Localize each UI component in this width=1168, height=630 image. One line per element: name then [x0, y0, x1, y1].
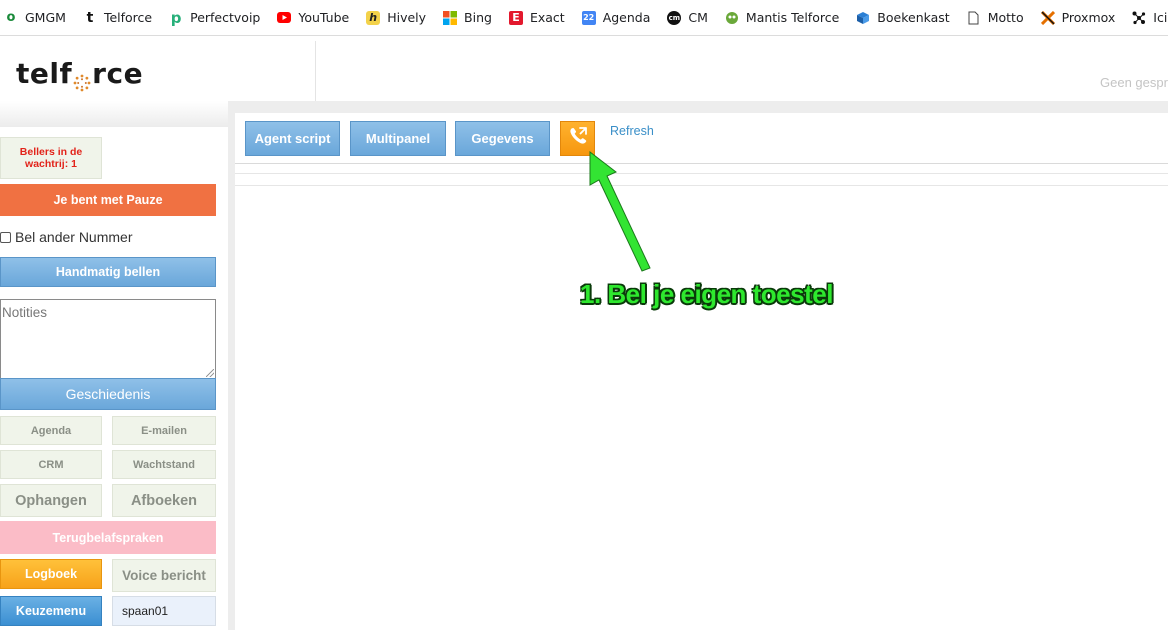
choice-menu-button[interactable]: Keuzemenu	[0, 596, 102, 626]
phone-icon	[567, 125, 589, 152]
icinga-icon	[1132, 11, 1146, 25]
manual-call-button[interactable]: Handmatig bellen	[0, 257, 216, 287]
notes-textarea[interactable]: Notities	[0, 299, 216, 379]
bookmark-label: Proxmox	[1061, 10, 1116, 25]
bookmark-exact[interactable]: E Exact	[508, 10, 565, 25]
page-icon	[967, 11, 981, 25]
book-icon	[856, 11, 870, 25]
voice-message-button[interactable]: Voice bericht	[112, 559, 216, 592]
microsoft-icon	[443, 10, 458, 25]
hold-button[interactable]: Wachtstand	[112, 450, 216, 479]
logo-dot-icon	[73, 66, 91, 91]
calendar-icon: 22	[581, 10, 596, 25]
youtube-icon	[277, 11, 292, 25]
bookmark-label: CM	[688, 10, 708, 25]
bookmark-label: Motto	[987, 10, 1024, 25]
bookmark-perfectvoip[interactable]: p Perfectvoip	[169, 8, 261, 27]
bookmark-label: Hively	[387, 10, 427, 25]
bookmarks-bar: o GMGM t Telforce p Perfectvoip YouTube …	[0, 0, 1168, 36]
mantis-icon	[725, 11, 739, 25]
cm-icon: cm	[667, 10, 682, 25]
bookmark-label: Bing	[464, 10, 492, 25]
telforce-t-icon: t	[86, 9, 94, 26]
main-panel	[235, 113, 1168, 630]
agenda-button[interactable]: Agenda	[0, 416, 102, 445]
annotation-arrow	[589, 150, 651, 272]
call-other-number-checkbox[interactable]: Bel ander Nummer	[0, 229, 133, 245]
bookmark-label: Telforce	[103, 10, 153, 25]
book-off-button[interactable]: Afboeken	[112, 484, 216, 517]
notes-placeholder: Notities	[2, 305, 48, 320]
tab-gegevens[interactable]: Gegevens	[455, 121, 550, 156]
annotation-label: 1. Bel je eigen toestel	[580, 279, 833, 309]
call-status-text: Geen gesprek	[1100, 75, 1168, 90]
bookmark-label: Exact	[529, 10, 565, 25]
bookmark-cm[interactable]: cm CM	[667, 10, 708, 25]
bookmark-label: Icinga	[1153, 10, 1168, 25]
logo-text-left: telf	[16, 57, 73, 90]
bookmark-icinga[interactable]: Icinga	[1132, 10, 1168, 25]
agent-sidebar: Bellers in de wachtrij: 1 Je bent met Pa…	[0, 101, 228, 630]
bookmark-youtube[interactable]: YouTube	[277, 10, 349, 25]
proxmox-icon	[1040, 10, 1055, 25]
checkbox-box[interactable]	[0, 231, 11, 243]
app-header: telf rce Geen gesprek	[0, 37, 1168, 101]
panel-divider	[235, 173, 1168, 174]
logbook-button[interactable]: Logboek	[0, 559, 102, 589]
checkbox-label: Bel ander Nummer	[15, 229, 133, 245]
refresh-link[interactable]: Refresh	[610, 124, 654, 138]
bookmark-agenda[interactable]: 22 Agenda	[581, 10, 651, 25]
bookmark-motto[interactable]: Motto	[967, 10, 1024, 25]
bookmark-label: Agenda	[602, 10, 651, 25]
bookmark-boekenkast[interactable]: Boekenkast	[856, 10, 950, 25]
crm-button[interactable]: CRM	[0, 450, 102, 479]
bookmark-label: Boekenkast	[877, 10, 950, 25]
pause-status-button[interactable]: Je bent met Pauze	[0, 184, 216, 216]
resize-grip-icon[interactable]	[206, 369, 214, 377]
bookmark-gmgm[interactable]: o GMGM	[4, 10, 66, 25]
bookmark-hively[interactable]: h Hively	[366, 10, 426, 25]
bookmark-label: YouTube	[298, 10, 350, 25]
telforce-logo: telf rce	[16, 57, 144, 91]
logo-text-right: rce	[92, 57, 144, 90]
bookmark-telforce[interactable]: t Telforce	[83, 9, 153, 26]
agent-username-field[interactable]: spaan01	[112, 596, 216, 626]
callback-appointments-button[interactable]: Terugbelafspraken	[0, 521, 216, 554]
bookmark-label: Perfectvoip	[190, 10, 261, 25]
bookmark-label: Mantis Telforce	[745, 10, 840, 25]
panel-divider	[235, 163, 1168, 164]
bookmark-proxmox[interactable]: Proxmox	[1040, 10, 1116, 25]
hang-up-button[interactable]: Ophangen	[0, 484, 102, 517]
panel-divider	[235, 185, 1168, 186]
header-divider	[315, 41, 316, 101]
bookmark-bing[interactable]: Bing	[443, 10, 492, 25]
tab-agent-script[interactable]: Agent script	[245, 121, 340, 156]
hively-icon: h	[366, 10, 381, 25]
o-icon: o	[6, 9, 16, 25]
queue-count-badge: Bellers in de wachtrij: 1	[0, 137, 102, 179]
perfectvoip-p-icon: p	[170, 8, 182, 27]
history-button[interactable]: Geschiedenis	[0, 378, 216, 410]
bookmark-label: GMGM	[25, 10, 66, 25]
sidebar-top-shade	[0, 101, 228, 127]
bookmark-mantis[interactable]: Mantis Telforce	[725, 10, 839, 25]
tab-multipanel[interactable]: Multipanel	[350, 121, 446, 156]
exact-icon: E	[508, 10, 523, 25]
email-button[interactable]: E-mailen	[112, 416, 216, 445]
